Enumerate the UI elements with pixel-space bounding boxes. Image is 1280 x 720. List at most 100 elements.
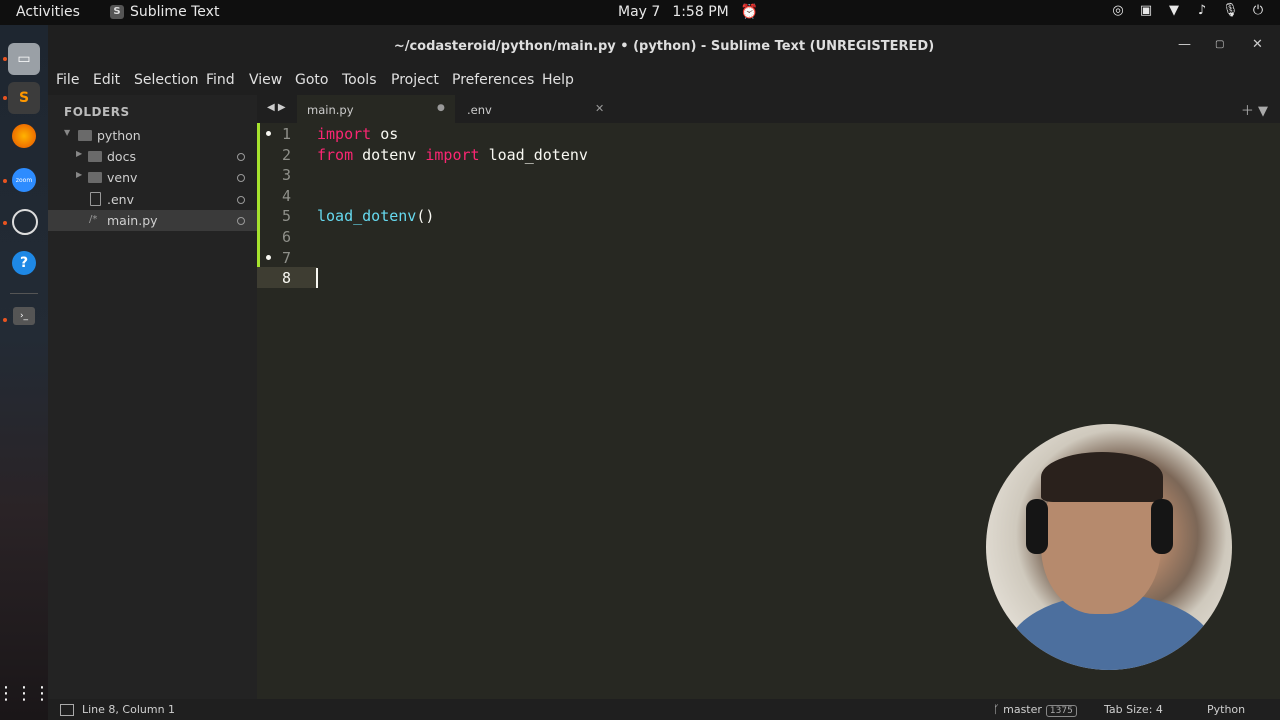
- menu-edit[interactable]: Edit: [93, 72, 120, 88]
- menu-file[interactable]: File: [56, 72, 79, 88]
- obs-tray-icon[interactable]: ◎: [1110, 3, 1126, 18]
- maximize-icon[interactable]: ▢: [1215, 39, 1224, 50]
- chevron-right-icon[interactable]: ▶: [76, 149, 82, 158]
- sidebar-item-venv[interactable]: ▶ venv: [48, 167, 257, 188]
- sidebar-item-env[interactable]: .env: [48, 189, 257, 210]
- dock-separator: [10, 293, 38, 294]
- text-cursor: [316, 268, 318, 288]
- microphone-icon[interactable]: 🎙: [1222, 3, 1239, 18]
- firefox-icon[interactable]: [12, 124, 36, 148]
- running-indicator: [3, 221, 7, 225]
- running-indicator: [3, 96, 7, 100]
- line-number: 8: [281, 269, 291, 287]
- sidebar-item-label: main.py: [107, 213, 158, 228]
- sidebar-item-docs[interactable]: ▶ docs: [48, 146, 257, 167]
- menu-tools[interactable]: Tools: [342, 72, 377, 88]
- menu-preferences[interactable]: Preferences: [452, 72, 534, 88]
- menu-find[interactable]: Find: [206, 72, 235, 88]
- menu-selection[interactable]: Selection: [134, 72, 199, 88]
- obs-icon[interactable]: [12, 209, 38, 235]
- sidebar-item-main-py[interactable]: /* main.py: [48, 210, 257, 231]
- git-branch[interactable]: ᚴ master 1375: [993, 703, 1077, 717]
- minimize-icon[interactable]: —: [1178, 37, 1191, 52]
- code-token: import: [425, 146, 480, 164]
- power-icon[interactable]: ⏻: [1250, 3, 1266, 18]
- help-icon[interactable]: ?: [12, 251, 36, 275]
- tab-bar: ◀ ▶ main.py ● .env ✕ ＋ ▼: [257, 95, 1280, 123]
- line-number: 7: [281, 249, 291, 267]
- line-number: 5: [281, 207, 291, 225]
- tab-label: .env: [467, 103, 492, 117]
- show-apps-icon[interactable]: ⋮⋮⋮: [0, 677, 51, 709]
- code-token: from: [317, 146, 354, 164]
- volume-icon[interactable]: ♪: [1194, 3, 1210, 18]
- branch-name: master: [1003, 703, 1042, 716]
- headphone-right-icon: [1151, 499, 1173, 554]
- activities-button[interactable]: Activities: [16, 4, 80, 20]
- terminal-icon[interactable]: ›_: [13, 307, 35, 325]
- new-tab-and-dropdown-icon[interactable]: ＋ ▼: [1241, 100, 1268, 119]
- tab-main-py[interactable]: main.py ●: [297, 95, 455, 123]
- folder-open-icon: [78, 130, 92, 141]
- code-token: load_dotenv: [317, 207, 417, 225]
- folder-icon: [88, 172, 102, 183]
- menu-view[interactable]: View: [249, 72, 282, 88]
- menu-project[interactable]: Project: [391, 72, 439, 88]
- alarm-icon: ⏰: [740, 4, 759, 20]
- tab-env[interactable]: .env ✕: [457, 95, 617, 123]
- running-indicator: [3, 57, 7, 61]
- chevron-right-icon[interactable]: ▶: [76, 170, 82, 179]
- code-token: import: [317, 125, 372, 143]
- tab-nav-arrows-icon[interactable]: ◀ ▶: [267, 102, 286, 113]
- cursor-position: Line 8, Column 1: [82, 703, 176, 716]
- chevron-down-icon[interactable]: ▼: [64, 128, 70, 137]
- menu-help[interactable]: Help: [542, 72, 574, 88]
- status-circle-icon: [237, 196, 245, 204]
- code-token: (): [416, 207, 435, 225]
- clock[interactable]: May 7 1:58 PM ⏰: [618, 4, 758, 20]
- webcam-overlay: [986, 424, 1232, 670]
- sublime-icon: S: [110, 5, 124, 19]
- code-token: os: [371, 125, 399, 143]
- status-circle-icon: [237, 217, 245, 225]
- menu-goto[interactable]: Goto: [295, 72, 328, 88]
- wifi-icon[interactable]: ▼: [1166, 3, 1182, 18]
- folders-header: FOLDERS: [64, 105, 130, 119]
- close-tab-icon[interactable]: ✕: [595, 102, 604, 115]
- panel-toggle-icon[interactable]: [60, 704, 74, 716]
- code-line-5: load_dotenv(): [317, 207, 434, 225]
- line-number: 3: [281, 166, 291, 184]
- title-bar[interactable]: ~/codasteroid/python/main.py • (python) …: [48, 25, 1280, 67]
- sublime-dock-icon[interactable]: S: [8, 82, 40, 114]
- files-icon[interactable]: ▭: [8, 43, 40, 75]
- cast-icon[interactable]: ▣: [1138, 3, 1154, 18]
- close-icon[interactable]: ✕: [1252, 37, 1263, 52]
- line-number: 4: [281, 187, 291, 205]
- code-line-2: from dotenv import load_dotenv: [317, 146, 588, 164]
- code-line-1: import os: [317, 125, 398, 143]
- system-tray[interactable]: ◎ ▣ ▼ ♪ 🎙 ⏻: [1110, 3, 1266, 18]
- python-file-icon: /*: [89, 214, 98, 225]
- sidebar-item-label: venv: [107, 170, 138, 185]
- branch-count-badge: 1375: [1045, 705, 1077, 717]
- dock: ▭ S zoom ? ›_ ⋮⋮⋮: [0, 25, 51, 720]
- line-number: 2: [281, 146, 291, 164]
- sidebar-item-python[interactable]: ▼ python: [48, 125, 257, 146]
- code-token: load_dotenv: [479, 146, 588, 164]
- status-circle-icon: [237, 153, 245, 161]
- folder-icon: [88, 151, 102, 162]
- tab-size[interactable]: Tab Size: 4: [1104, 703, 1163, 716]
- syntax-selector[interactable]: Python: [1207, 703, 1245, 716]
- modified-dot-icon[interactable]: ●: [437, 103, 445, 113]
- branch-icon: ᚴ: [993, 703, 1004, 716]
- window-title: ~/codasteroid/python/main.py • (python) …: [393, 39, 935, 54]
- zoom-icon[interactable]: zoom: [12, 168, 36, 192]
- sidebar: FOLDERS ▼ python ▶ docs ▶ venv .env /* m…: [48, 95, 257, 699]
- headphone-left-icon: [1026, 499, 1048, 554]
- running-indicator: [3, 318, 7, 322]
- sidebar-item-label: .env: [107, 192, 134, 207]
- file-icon: [90, 192, 101, 206]
- line-number: 1: [281, 125, 291, 143]
- time-label: 1:58 PM: [672, 4, 729, 20]
- app-menu[interactable]: S Sublime Text: [110, 4, 219, 20]
